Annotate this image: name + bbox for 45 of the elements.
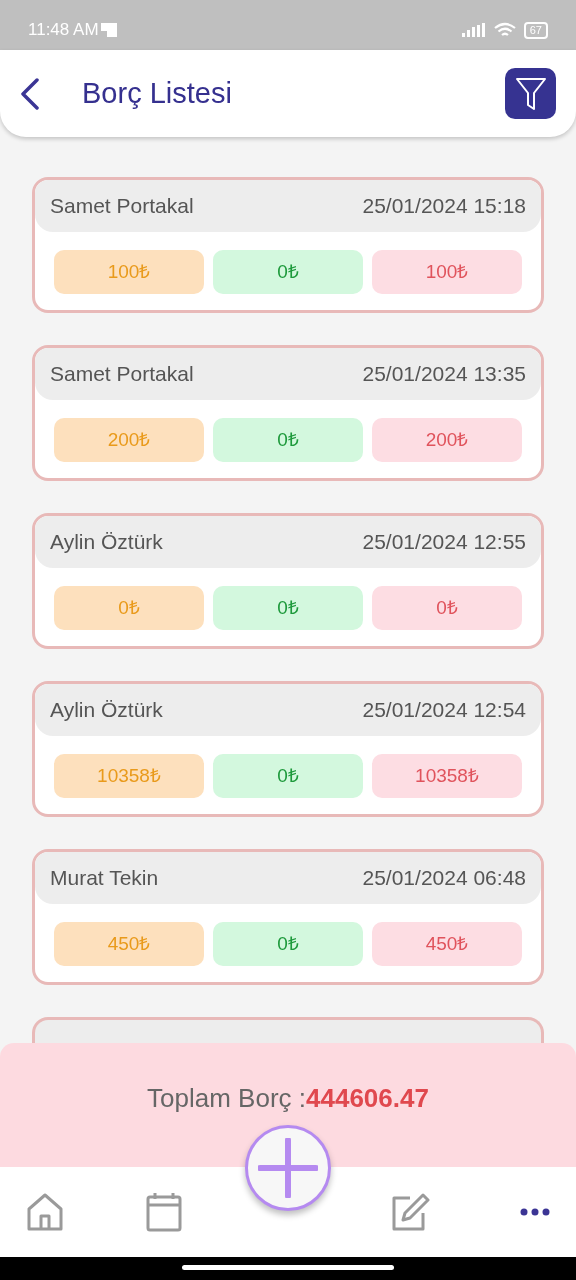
debt-date: 25/01/2024 13:35: [362, 361, 526, 388]
debt-card[interactable]: Aylin Öztürk 25/01/2024 12:55 0₺ 0₺ 0₺: [32, 513, 544, 649]
total-debt: Toplam Borç :444606.47: [147, 1082, 429, 1115]
back-icon: [20, 77, 40, 110]
amount-badge: 100₺: [54, 250, 204, 294]
filter-icon: [514, 76, 547, 111]
page-title: Borç Listesi: [82, 75, 232, 111]
amount-badge: 0₺: [213, 586, 363, 630]
notification-icon: [100, 23, 117, 37]
amount-badge: 0₺: [54, 586, 204, 630]
amount-badge: 450₺: [372, 922, 522, 966]
add-button[interactable]: [245, 1125, 331, 1211]
home-icon[interactable]: [26, 1192, 64, 1232]
amount-badge: 10358₺: [372, 754, 522, 798]
customer-name: Murat Tekin: [50, 865, 159, 892]
debt-card[interactable]: Aylin Öztürk 25/01/2024 12:54 10358₺ 0₺ 10358₺: [32, 681, 544, 817]
amount-badge: 450₺: [54, 922, 204, 966]
signal-icon: [461, 23, 486, 37]
amount-badge: 0₺: [213, 250, 363, 294]
battery-icon: 67: [523, 21, 548, 39]
calendar-icon[interactable]: [146, 1192, 182, 1232]
debt-card[interactable]: Murat Tekin 25/01/2024 06:48 450₺ 0₺ 450₺: [32, 849, 544, 985]
amount-badge: 0₺: [372, 586, 522, 630]
amount-badge: 10358₺: [54, 754, 204, 798]
amount-badge: 0₺: [213, 418, 363, 462]
filter-button[interactable]: [505, 68, 556, 119]
amount-badge: 200₺: [372, 418, 522, 462]
wifi-icon: [493, 22, 516, 38]
customer-name: Aylin Öztürk: [50, 529, 163, 556]
amount-badge: 100₺: [372, 250, 522, 294]
debt-card[interactable]: Samet Portakal 25/01/2024 15:18 100₺ 0₺ 100₺: [32, 177, 544, 313]
customer-name: Samet Portakal: [50, 193, 194, 220]
edit-icon[interactable]: [390, 1192, 430, 1232]
debt-date: 25/01/2024 06:48: [362, 865, 526, 892]
amount-badge: 200₺: [54, 418, 204, 462]
debt-date: 25/01/2024 15:18: [362, 193, 526, 220]
debt-date: 25/01/2024 12:55: [362, 529, 526, 556]
customer-name: Samet Portakal: [50, 361, 194, 388]
customer-name: Aylin Öztürk: [50, 697, 163, 724]
amount-badge: 0₺: [213, 922, 363, 966]
debt-card[interactable]: Samet Portakal 25/01/2024 13:35 200₺ 0₺ 200₺: [32, 345, 544, 481]
debt-date: 25/01/2024 12:54: [362, 697, 526, 724]
amount-badge: 0₺: [213, 754, 363, 798]
status-time: 11:48 AM: [28, 19, 99, 42]
more-icon[interactable]: [520, 1207, 550, 1217]
